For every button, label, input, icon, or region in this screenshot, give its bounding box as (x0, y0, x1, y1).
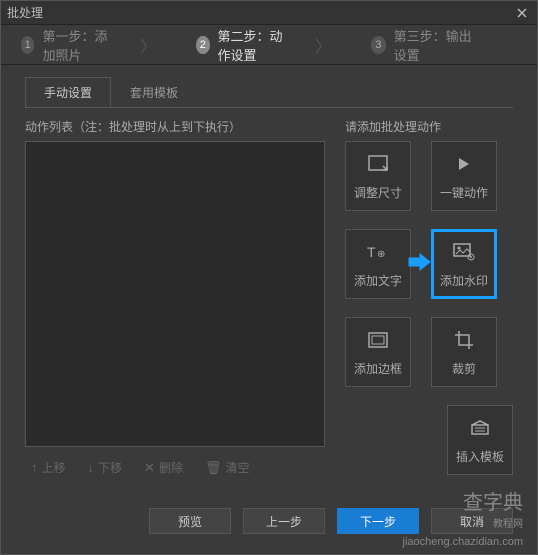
tab-bar: 手动设置 套用模板 (1, 65, 537, 107)
delete-icon: ✕ (144, 460, 155, 476)
close-icon (517, 8, 527, 18)
clear-button[interactable]: 🗑清空 (199, 455, 256, 480)
move-up-button[interactable]: ↑上移 (25, 455, 72, 480)
action-one-click[interactable]: 一键动作 (431, 141, 497, 211)
arrow-down-icon: ↓ (88, 460, 95, 475)
window-title: 批处理 (7, 4, 43, 21)
step-label: 第一步：添加照片 (42, 26, 120, 64)
arrow-right-icon (408, 252, 432, 272)
action-add-border[interactable]: 添加边框 (345, 317, 411, 387)
svg-text:T: T (367, 244, 376, 260)
play-icon (452, 152, 476, 176)
step-num-icon: 2 (196, 36, 209, 54)
action-insert-template[interactable]: 插入模板 (447, 405, 513, 475)
add-action-label: 请添加批处理动作 (345, 118, 513, 135)
list-toolbar: ↑上移 ↓下移 ✕删除 🗑清空 (25, 455, 325, 480)
step-bar: 1 第一步：添加照片 〉 2 第二步：动作设置 〉 3 第三步：输出设置 (1, 25, 537, 65)
cancel-button[interactable]: 取消 (431, 508, 513, 534)
close-button[interactable] (513, 4, 531, 22)
chevron-right-icon: 〉 (140, 33, 156, 57)
action-label: 插入模板 (456, 448, 504, 465)
footer: 预览 上一步 下一步 取消 (1, 494, 537, 548)
step-label: 第二步：动作设置 (218, 26, 296, 64)
action-label: 一键动作 (440, 184, 488, 201)
right-panel: 请添加批处理动作 调整尺寸 一键动作 T⊕ 添加文字 (345, 118, 513, 480)
step-label: 第三步：输出设置 (394, 26, 477, 64)
step-2[interactable]: 2 第二步：动作设置 〉 (196, 26, 331, 64)
clear-icon: 🗑 (205, 460, 222, 476)
action-label: 添加水印 (440, 272, 488, 289)
action-add-text[interactable]: T⊕ 添加文字 (345, 229, 411, 299)
border-icon (366, 328, 390, 352)
next-button[interactable]: 下一步 (337, 508, 419, 534)
text-icon: T⊕ (366, 240, 390, 264)
action-label: 调整尺寸 (354, 184, 402, 201)
action-label: 添加文字 (354, 272, 402, 289)
step-num-icon: 3 (371, 36, 385, 54)
batch-window: 批处理 1 第一步：添加照片 〉 2 第二步：动作设置 〉 3 第三步：输出设置… (0, 0, 538, 555)
left-panel: 动作列表（注：批处理时从上到下执行） ↑上移 ↓下移 ✕删除 🗑清空 (25, 118, 325, 480)
titlebar: 批处理 (1, 1, 537, 25)
step-1[interactable]: 1 第一步：添加照片 〉 (21, 26, 156, 64)
action-label: 添加边框 (354, 360, 402, 377)
action-resize[interactable]: 调整尺寸 (345, 141, 411, 211)
step-num-icon: 1 (21, 36, 34, 54)
svg-text:⊕: ⊕ (377, 249, 385, 260)
action-add-watermark[interactable]: 添加水印 (431, 229, 497, 299)
resize-icon (366, 152, 390, 176)
step-3: 3 第三步：输出设置 (371, 26, 477, 64)
prev-button[interactable]: 上一步 (243, 508, 325, 534)
tab-manual[interactable]: 手动设置 (25, 77, 111, 107)
content-area: 动作列表（注：批处理时从上到下执行） ↑上移 ↓下移 ✕删除 🗑清空 请添加批处… (1, 108, 537, 480)
arrow-up-icon: ↑ (31, 460, 38, 475)
watermark-icon (452, 240, 476, 264)
chevron-right-icon: 〉 (315, 33, 331, 57)
action-list[interactable] (25, 141, 325, 447)
action-grid: 调整尺寸 一键动作 T⊕ 添加文字 添加水印 (345, 141, 513, 475)
crop-icon (452, 328, 476, 352)
template-icon (468, 416, 492, 440)
action-label: 裁剪 (452, 360, 476, 377)
delete-button[interactable]: ✕删除 (138, 455, 189, 480)
tab-template[interactable]: 套用模板 (111, 77, 197, 107)
move-down-button[interactable]: ↓下移 (82, 455, 129, 480)
preview-button[interactable]: 预览 (149, 508, 231, 534)
action-crop[interactable]: 裁剪 (431, 317, 497, 387)
action-list-label: 动作列表（注：批处理时从上到下执行） (25, 118, 325, 135)
